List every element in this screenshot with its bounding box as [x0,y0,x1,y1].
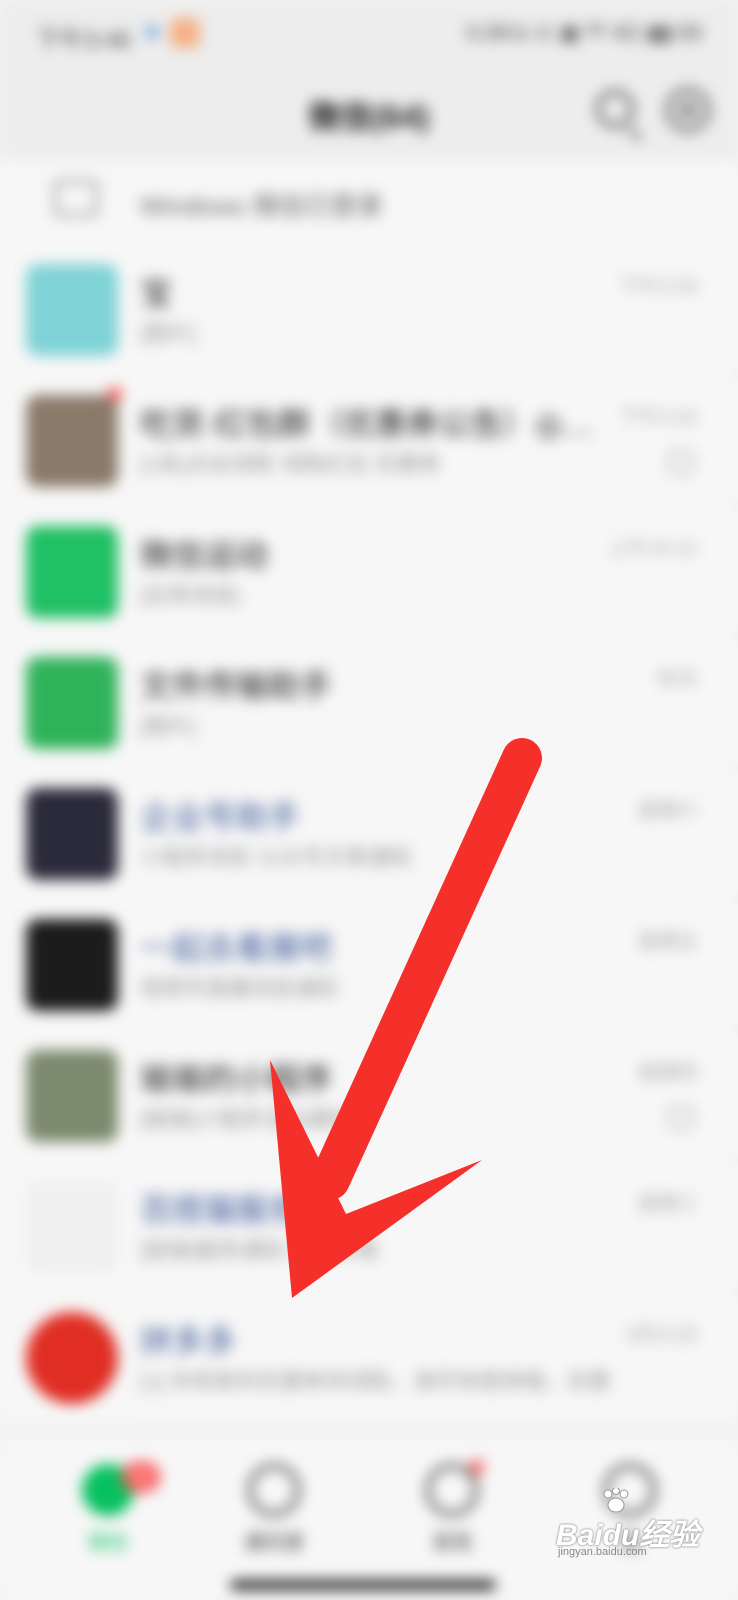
chat-item[interactable]: 企业号助手小程序消息·公众号文章通知 星期六 [0,768,738,899]
chat-name: 宝 [140,275,173,311]
home-indicator[interactable] [230,1580,496,1590]
chat-time: 星期三 [638,1193,698,1215]
chat-name: 微信运动 [140,537,269,573]
chat-preview: [链接]服务通知 查看详情 [140,1238,379,1263]
contacts-icon [248,1464,300,1516]
chat-avatar[interactable] [26,526,118,618]
chat-preview: [图片] [140,321,197,346]
app-notification-icon [170,18,200,48]
tab-1[interactable]: 通讯录 [204,1464,344,1574]
chat-item[interactable]: 微信运动 [应用消息] 上午10:12 [0,506,738,637]
chat-preview: [图片] [140,714,197,739]
chat-item[interactable]: 瑜瑜的小程序 [链接]小程序活动通知 星期四 [0,1030,738,1161]
chat-name: 文件传输助手 [140,668,333,704]
chat-preview: [1条]点击领取 领取红包 优惠券 [140,452,441,477]
unread-count-badge: 64 [122,1462,160,1492]
mute-bell-icon [668,1106,694,1130]
chat-preview: [应用消息] [140,583,241,608]
chat-preview: 小程序消息·公众号文章通知 [140,845,412,870]
chat-avatar[interactable] [26,1050,118,1142]
chat-name: 瑜瑜的小程序 [140,1061,333,1097]
baidu-watermark: Baidu经验 jingyan.baidu.com [556,1488,726,1558]
tab-label: 微信 [88,1532,128,1554]
chat-name: 一起去看展吧 [140,930,333,966]
chat-avatar[interactable] [26,1312,118,1404]
chat-item[interactable]: 拼多多 [1] 你有新的优惠券待领取，请尽快使用哦，优惠 3月21日 [0,1292,738,1423]
chat-time: 星期四 [638,1062,698,1084]
chat-item[interactable]: 宝 [图片] 下午3:33 [0,244,738,375]
chat-avatar[interactable] [26,395,118,487]
chat-time: 下午3:32 [619,407,698,429]
chat-item[interactable]: 一起去看展吧视频号直播消息通知 星期五 [0,899,738,1030]
chat-time: 星期六 [638,800,698,822]
chat-name: 百搭猫服务 [140,1192,301,1228]
status-time: 下午3:46 [36,27,131,54]
chat-avatar[interactable] [26,264,118,356]
chat-avatar[interactable] [26,788,118,880]
chat-preview: [1] 你有新的优惠券待领取，请尽快使用哦，优惠 [140,1369,611,1394]
chat-name: 吃货·红包群（优惠券公告）◎… [140,406,595,442]
chat-item[interactable]: 文件传输助手 [图片] 昨天 [0,637,738,768]
chat-avatar[interactable] [26,1181,118,1273]
status-indicators: 0.0K/s ⊙ ▣ ᴴᴰ 4G ▮▮ 69 [466,20,702,45]
blurred-screen: 下午3:46 0.0K/s ⊙ ▣ ᴴᴰ 4G ▮▮ 69 微信(64) Win… [0,0,738,1600]
add-icon[interactable] [666,88,710,132]
tab-label: 发现 [432,1532,472,1554]
discover-icon [426,1464,478,1516]
chat-name: 企业号助手 [140,799,301,835]
tab-2[interactable]: 发现 [382,1460,522,1574]
status-bar: 下午3:46 0.0K/s ⊙ ▣ ᴴᴰ 4G ▮▮ 69 [0,0,738,70]
search-icon[interactable] [596,90,634,128]
chat-item[interactable]: 吃货·红包群（优惠券公告）◎… [1条]点击领取 领取红包 优惠券 下午3:32 [0,375,738,506]
chat-time: 星期五 [638,931,698,953]
unread-dot [108,387,122,401]
monitor-icon [54,180,98,216]
tab-new-dot [470,1460,484,1474]
mute-bell-icon [668,451,694,475]
chat-time: 3月21日 [624,1324,698,1346]
chat-avatar[interactable] [26,919,118,1011]
chat-time: 昨天 [658,669,698,691]
chat-list: 宝 [图片] 下午3:33 吃货·红包群（优惠券公告）◎… [1条]点击领取 领取红包 … [0,244,738,1423]
title-bar: 微信(64) [0,70,738,160]
tab-label: 通讯录 [244,1532,304,1554]
chat-time: 上午10:12 [607,538,698,560]
chat-avatar[interactable] [26,657,118,749]
chat-name: 拼多多 [140,1323,237,1359]
chat-item[interactable]: 百搭猫服务 [链接]服务通知 查看详情 星期三 [0,1161,738,1292]
login-banner-label: Windows 微信已登录 [140,191,383,221]
chat-preview: 视频号直播消息通知 [140,976,339,1001]
notification-dot-icon [146,26,158,38]
row-divider [140,1422,738,1423]
tab-0[interactable]: 微信 64 [38,1462,178,1574]
chat-preview: [链接]小程序活动通知 [140,1107,351,1132]
chat-time: 下午3:33 [619,276,698,298]
watermark-url: jingyan.baidu.com [558,1546,647,1558]
windows-login-banner[interactable]: Windows 微信已登录 [0,160,738,245]
